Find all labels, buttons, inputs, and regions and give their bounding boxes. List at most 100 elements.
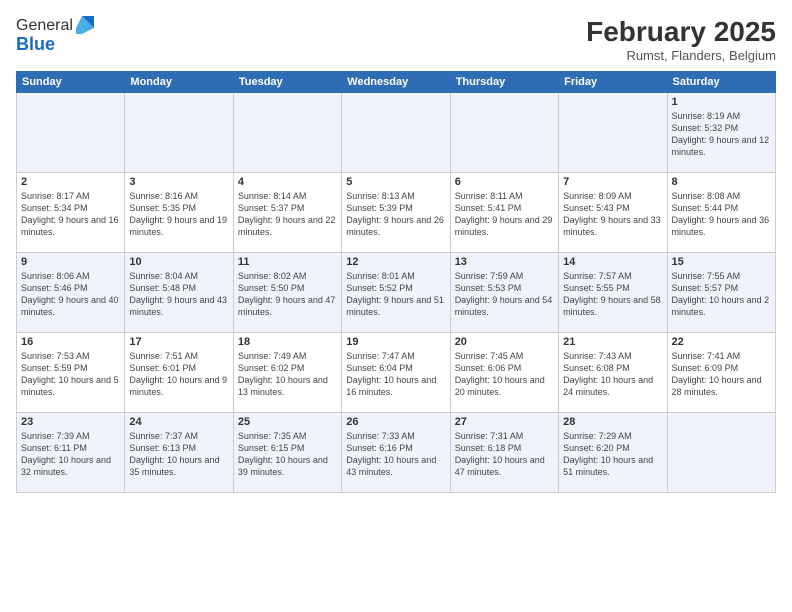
day-cell: 2 Sunrise: 8:17 AM Sunset: 5:34 PM Daylig…: [17, 173, 125, 253]
day-cell: 11 Sunrise: 8:02 AM Sunset: 5:50 PM Dayli…: [233, 253, 341, 333]
day-cell: 22Sunrise: 7:41 AM Sunset: 6:09 PM Dayli…: [667, 333, 775, 413]
day-number: 25: [238, 416, 337, 428]
day-cell: 28Sunrise: 7:29 AM Sunset: 6:20 PM Dayli…: [559, 413, 667, 493]
col-thursday: Thursday: [450, 72, 558, 93]
day-cell: [342, 93, 450, 173]
day-cell: [233, 93, 341, 173]
day-info: Sunrise: 7:53 AM Sunset: 5:59 PM Dayligh…: [21, 350, 120, 399]
day-cell: 20 Sunrise: 7:45 AM Sunset: 6:06 PM Dayli…: [450, 333, 558, 413]
day-number: 11: [238, 256, 337, 268]
day-number: 21: [563, 336, 662, 348]
week-row-1: 2 Sunrise: 8:17 AM Sunset: 5:34 PM Daylig…: [17, 173, 776, 253]
day-info: Sunrise: 7:59 AM Sunset: 5:53 PM Dayligh…: [455, 270, 554, 319]
day-number: 28: [563, 416, 662, 428]
day-number: 1: [672, 96, 771, 108]
day-info: Sunrise: 7:49 AM Sunset: 6:02 PM Dayligh…: [238, 350, 337, 399]
day-cell: 1 Sunrise: 8:19 AM Sunset: 5:32 PM Daylig…: [667, 93, 775, 173]
col-monday: Monday: [125, 72, 233, 93]
day-number: 14: [563, 256, 662, 268]
logo-blue-text: Blue: [16, 34, 96, 55]
day-info: Sunrise: 7:43 AM Sunset: 6:08 PM Dayligh…: [563, 350, 662, 399]
day-cell: 14 Sunrise: 7:57 AM Sunset: 5:55 PM Dayli…: [559, 253, 667, 333]
month-title: February 2025: [586, 16, 776, 48]
day-cell: [125, 93, 233, 173]
logo: General Blue: [16, 16, 96, 55]
day-number: 24: [129, 416, 228, 428]
day-number: 26: [346, 416, 445, 428]
header: General Blue February 2025 Rumst, Flande…: [16, 16, 776, 63]
day-cell: 7Sunrise: 8:09 AM Sunset: 5:43 PM Daylig…: [559, 173, 667, 253]
day-info: Sunrise: 8:01 AM Sunset: 5:52 PM Dayligh…: [346, 270, 445, 319]
day-info: Sunrise: 8:17 AM Sunset: 5:34 PM Dayligh…: [21, 190, 120, 239]
day-number: 4: [238, 176, 337, 188]
day-cell: 16 Sunrise: 7:53 AM Sunset: 5:59 PM Dayli…: [17, 333, 125, 413]
day-info: Sunrise: 7:41 AM Sunset: 6:09 PM Dayligh…: [672, 350, 771, 399]
day-info: Sunrise: 7:33 AM Sunset: 6:16 PM Dayligh…: [346, 430, 445, 479]
day-cell: 8 Sunrise: 8:08 AM Sunset: 5:44 PM Daylig…: [667, 173, 775, 253]
col-friday: Friday: [559, 72, 667, 93]
day-cell: 12 Sunrise: 8:01 AM Sunset: 5:52 PM Dayli…: [342, 253, 450, 333]
day-number: 18: [238, 336, 337, 348]
day-info: Sunrise: 7:55 AM Sunset: 5:57 PM Dayligh…: [672, 270, 771, 319]
day-cell: 25Sunrise: 7:35 AM Sunset: 6:15 PM Dayli…: [233, 413, 341, 493]
calendar-body: 1 Sunrise: 8:19 AM Sunset: 5:32 PM Daylig…: [17, 93, 776, 493]
day-info: Sunrise: 7:51 AM Sunset: 6:01 PM Dayligh…: [129, 350, 228, 399]
day-cell: 6 Sunrise: 8:11 AM Sunset: 5:41 PM Daylig…: [450, 173, 558, 253]
day-cell: 17 Sunrise: 7:51 AM Sunset: 6:01 PM Dayli…: [125, 333, 233, 413]
day-number: 9: [21, 256, 120, 268]
day-info: Sunrise: 8:08 AM Sunset: 5:44 PM Dayligh…: [672, 190, 771, 239]
day-number: 27: [455, 416, 554, 428]
day-cell: 15 Sunrise: 7:55 AM Sunset: 5:57 PM Dayli…: [667, 253, 775, 333]
day-cell: 10 Sunrise: 8:04 AM Sunset: 5:48 PM Dayli…: [125, 253, 233, 333]
day-cell: [450, 93, 558, 173]
day-info: Sunrise: 8:11 AM Sunset: 5:41 PM Dayligh…: [455, 190, 554, 239]
day-number: 15: [672, 256, 771, 268]
day-cell: 21 Sunrise: 7:43 AM Sunset: 6:08 PM Dayli…: [559, 333, 667, 413]
day-number: 13: [455, 256, 554, 268]
day-cell: 9Sunrise: 8:06 AM Sunset: 5:46 PM Daylig…: [17, 253, 125, 333]
day-number: 3: [129, 176, 228, 188]
day-number: 16: [21, 336, 120, 348]
day-info: Sunrise: 7:45 AM Sunset: 6:06 PM Dayligh…: [455, 350, 554, 399]
day-number: 6: [455, 176, 554, 188]
days-of-week-row: Sunday Monday Tuesday Wednesday Thursday…: [17, 72, 776, 93]
week-row-2: 9Sunrise: 8:06 AM Sunset: 5:46 PM Daylig…: [17, 253, 776, 333]
day-info: Sunrise: 8:02 AM Sunset: 5:50 PM Dayligh…: [238, 270, 337, 319]
col-saturday: Saturday: [667, 72, 775, 93]
page: General Blue February 2025 Rumst, Flande…: [0, 0, 792, 612]
day-info: Sunrise: 8:14 AM Sunset: 5:37 PM Dayligh…: [238, 190, 337, 239]
day-info: Sunrise: 8:19 AM Sunset: 5:32 PM Dayligh…: [672, 110, 771, 159]
col-sunday: Sunday: [17, 72, 125, 93]
day-number: 10: [129, 256, 228, 268]
day-cell: 4 Sunrise: 8:14 AM Sunset: 5:37 PM Daylig…: [233, 173, 341, 253]
day-info: Sunrise: 7:31 AM Sunset: 6:18 PM Dayligh…: [455, 430, 554, 479]
day-cell: 26 Sunrise: 7:33 AM Sunset: 6:16 PM Dayli…: [342, 413, 450, 493]
day-cell: 19 Sunrise: 7:47 AM Sunset: 6:04 PM Dayli…: [342, 333, 450, 413]
col-wednesday: Wednesday: [342, 72, 450, 93]
day-number: 5: [346, 176, 445, 188]
day-info: Sunrise: 7:39 AM Sunset: 6:11 PM Dayligh…: [21, 430, 120, 479]
day-cell: [667, 413, 775, 493]
day-info: Sunrise: 8:13 AM Sunset: 5:39 PM Dayligh…: [346, 190, 445, 239]
day-number: 20: [455, 336, 554, 348]
day-number: 2: [21, 176, 120, 188]
day-cell: 23 Sunrise: 7:39 AM Sunset: 6:11 PM Dayli…: [17, 413, 125, 493]
location: Rumst, Flanders, Belgium: [586, 48, 776, 63]
calendar-header: Sunday Monday Tuesday Wednesday Thursday…: [17, 72, 776, 93]
day-info: Sunrise: 7:47 AM Sunset: 6:04 PM Dayligh…: [346, 350, 445, 399]
day-number: 12: [346, 256, 445, 268]
day-cell: 3 Sunrise: 8:16 AM Sunset: 5:35 PM Daylig…: [125, 173, 233, 253]
day-number: 19: [346, 336, 445, 348]
day-number: 7: [563, 176, 662, 188]
day-number: 23: [21, 416, 120, 428]
day-number: 8: [672, 176, 771, 188]
day-cell: 5 Sunrise: 8:13 AM Sunset: 5:39 PM Daylig…: [342, 173, 450, 253]
day-info: Sunrise: 7:57 AM Sunset: 5:55 PM Dayligh…: [563, 270, 662, 319]
day-info: Sunrise: 7:37 AM Sunset: 6:13 PM Dayligh…: [129, 430, 228, 479]
week-row-3: 16 Sunrise: 7:53 AM Sunset: 5:59 PM Dayli…: [17, 333, 776, 413]
day-number: 17: [129, 336, 228, 348]
logo-general-text: General: [16, 17, 73, 35]
day-cell: [559, 93, 667, 173]
day-info: Sunrise: 8:16 AM Sunset: 5:35 PM Dayligh…: [129, 190, 228, 239]
day-info: Sunrise: 8:04 AM Sunset: 5:48 PM Dayligh…: [129, 270, 228, 319]
